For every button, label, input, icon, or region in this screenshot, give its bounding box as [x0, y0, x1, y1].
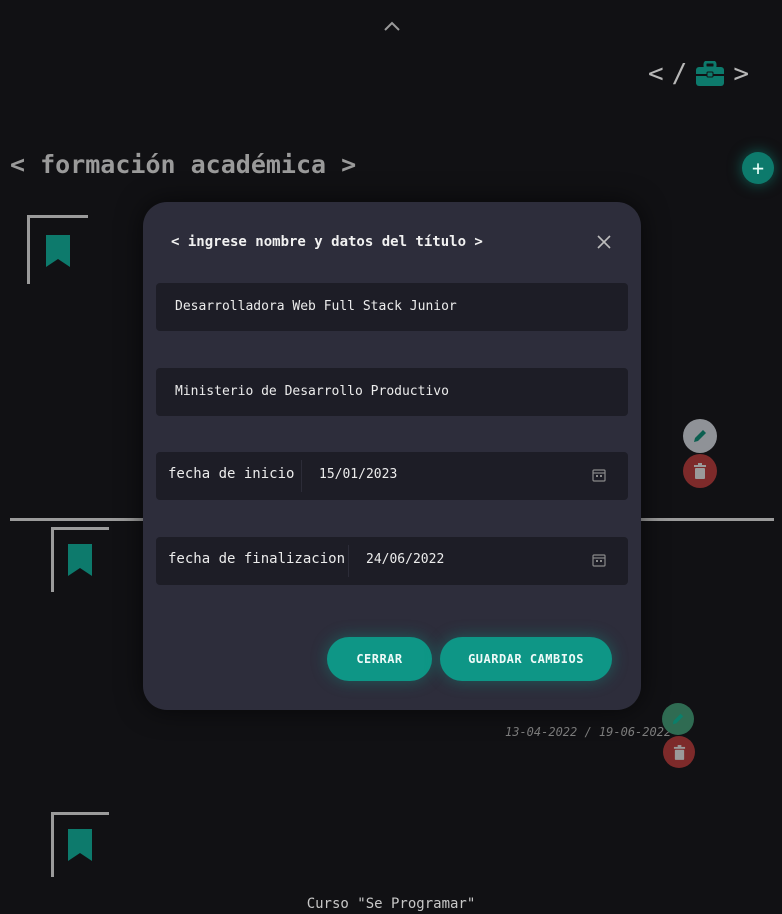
close-icon[interactable] — [595, 233, 613, 251]
field-separator — [348, 545, 349, 577]
nav-left-bracket: < — [648, 59, 664, 89]
save-changes-button[interactable]: GUARDAR CAMBIOS — [440, 637, 612, 681]
briefcase-icon[interactable] — [695, 61, 725, 87]
degree-name-value: Desarrolladora Web Full Stack Junior — [175, 299, 457, 314]
plus-icon: + — [751, 156, 765, 180]
start-date-label: fecha de inicio — [168, 466, 295, 482]
field-separator — [301, 460, 302, 492]
bookmark-icon — [68, 829, 92, 861]
trash-icon — [673, 744, 685, 760]
edit-education-modal: < ingrese nombre y datos del título > De… — [143, 202, 641, 710]
edit-button[interactable] — [683, 419, 717, 453]
edit-button[interactable] — [662, 703, 694, 735]
pencil-icon — [672, 713, 684, 725]
trash-icon — [694, 463, 706, 479]
end-date-value: 24/06/2022 — [366, 552, 445, 567]
nav-right-bracket: > — [733, 59, 749, 89]
institution-value: Ministerio de Desarrollo Productivo — [175, 384, 449, 399]
section-nav: < / > — [648, 58, 749, 90]
calendar-icon[interactable] — [592, 553, 606, 567]
delete-button[interactable] — [663, 736, 695, 768]
bookmark-icon — [68, 544, 92, 576]
page-title: < formación académica > — [10, 150, 357, 179]
pencil-icon — [694, 430, 706, 442]
close-button[interactable]: CERRAR — [327, 637, 432, 681]
chevron-up-icon[interactable] — [382, 18, 402, 34]
calendar-icon[interactable] — [592, 468, 606, 482]
end-date-label: fecha de finalizacion — [168, 551, 346, 567]
nav-slash: / — [671, 59, 688, 89]
end-date-field[interactable]: fecha de finalizacion 24/06/2022 — [156, 537, 628, 585]
start-date-field[interactable]: fecha de inicio 15/01/2023 — [156, 452, 628, 500]
start-date-value: 15/01/2023 — [319, 467, 398, 482]
degree-name-input[interactable]: Desarrolladora Web Full Stack Junior — [156, 283, 628, 331]
bookmark-icon — [46, 235, 70, 267]
entry-dates: 13-04-2022 / 19-06-2022 — [505, 725, 672, 739]
add-education-button[interactable]: + — [742, 152, 774, 184]
modal-title: < ingrese nombre y datos del título > — [171, 234, 483, 250]
course-title: Curso "Se Programar" — [306, 896, 476, 912]
delete-button[interactable] — [683, 454, 717, 488]
institution-input[interactable]: Ministerio de Desarrollo Productivo — [156, 368, 628, 416]
